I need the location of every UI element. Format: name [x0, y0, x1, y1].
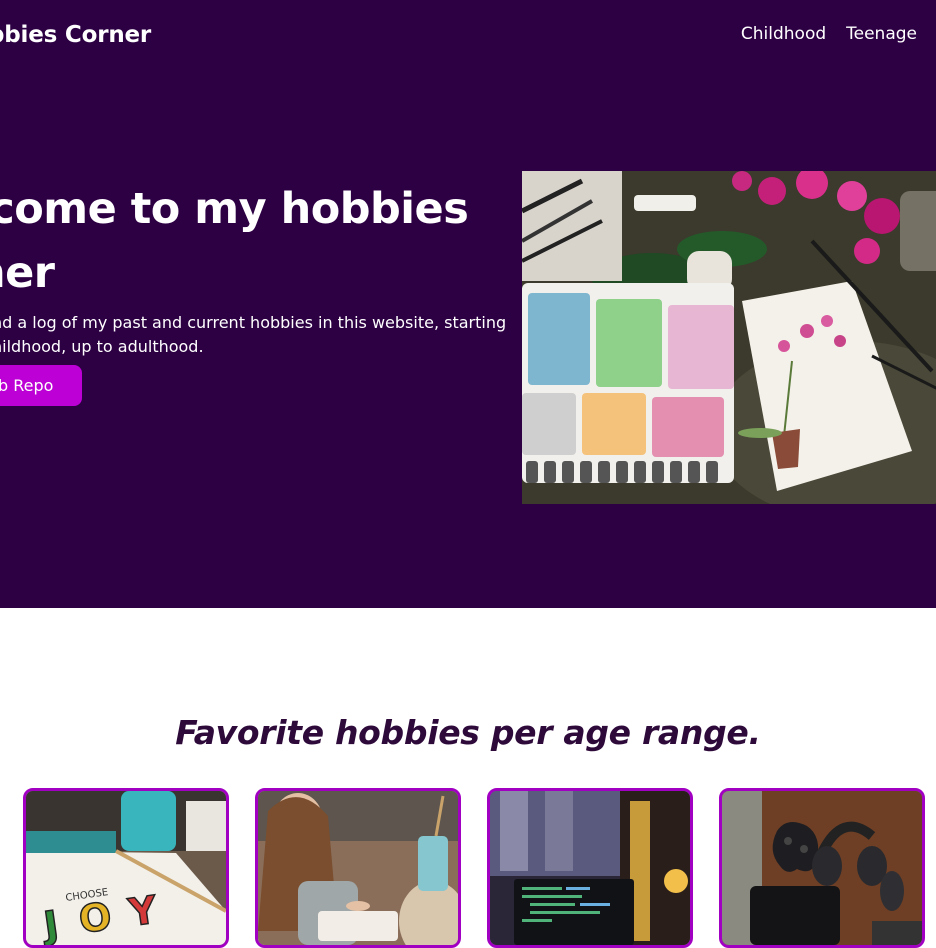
watercolor-palette-image — [522, 171, 936, 504]
hobby-card-2[interactable] — [255, 788, 461, 948]
hero-section: bbies Corner Childhood Teenage lcome to … — [0, 0, 936, 608]
reading-girl-image — [258, 791, 458, 945]
hobby-card-1[interactable]: CHOOSE J O Y — [23, 788, 229, 948]
section-title: Favorite hobbies per age range. — [175, 713, 761, 752]
nav-item-childhood[interactable]: Childhood — [741, 24, 826, 44]
nav-item-teenage[interactable]: Teenage — [846, 24, 917, 44]
hobby-card-4[interactable] — [719, 788, 925, 948]
gaming-gear-image — [722, 791, 922, 945]
hero-title: lcome to my hobbiesner — [0, 177, 505, 305]
hero-description: nd a log of my past and current hobbies … — [0, 311, 512, 359]
choose-joy-drawing-image: CHOOSE J O Y — [26, 791, 226, 945]
svg-text:O: O — [76, 894, 114, 942]
hobby-card-3[interactable] — [487, 788, 693, 948]
site-brand[interactable]: bbies Corner — [0, 22, 151, 48]
hero-title-text: lcome to my hobbiesner — [0, 184, 469, 298]
hero-description-text: nd a log of my past and current hobbies … — [0, 313, 507, 356]
repo-button[interactable]: b Repo — [0, 365, 82, 406]
laptop-code-image — [490, 791, 690, 945]
top-nav: Childhood Teenage — [741, 24, 917, 44]
